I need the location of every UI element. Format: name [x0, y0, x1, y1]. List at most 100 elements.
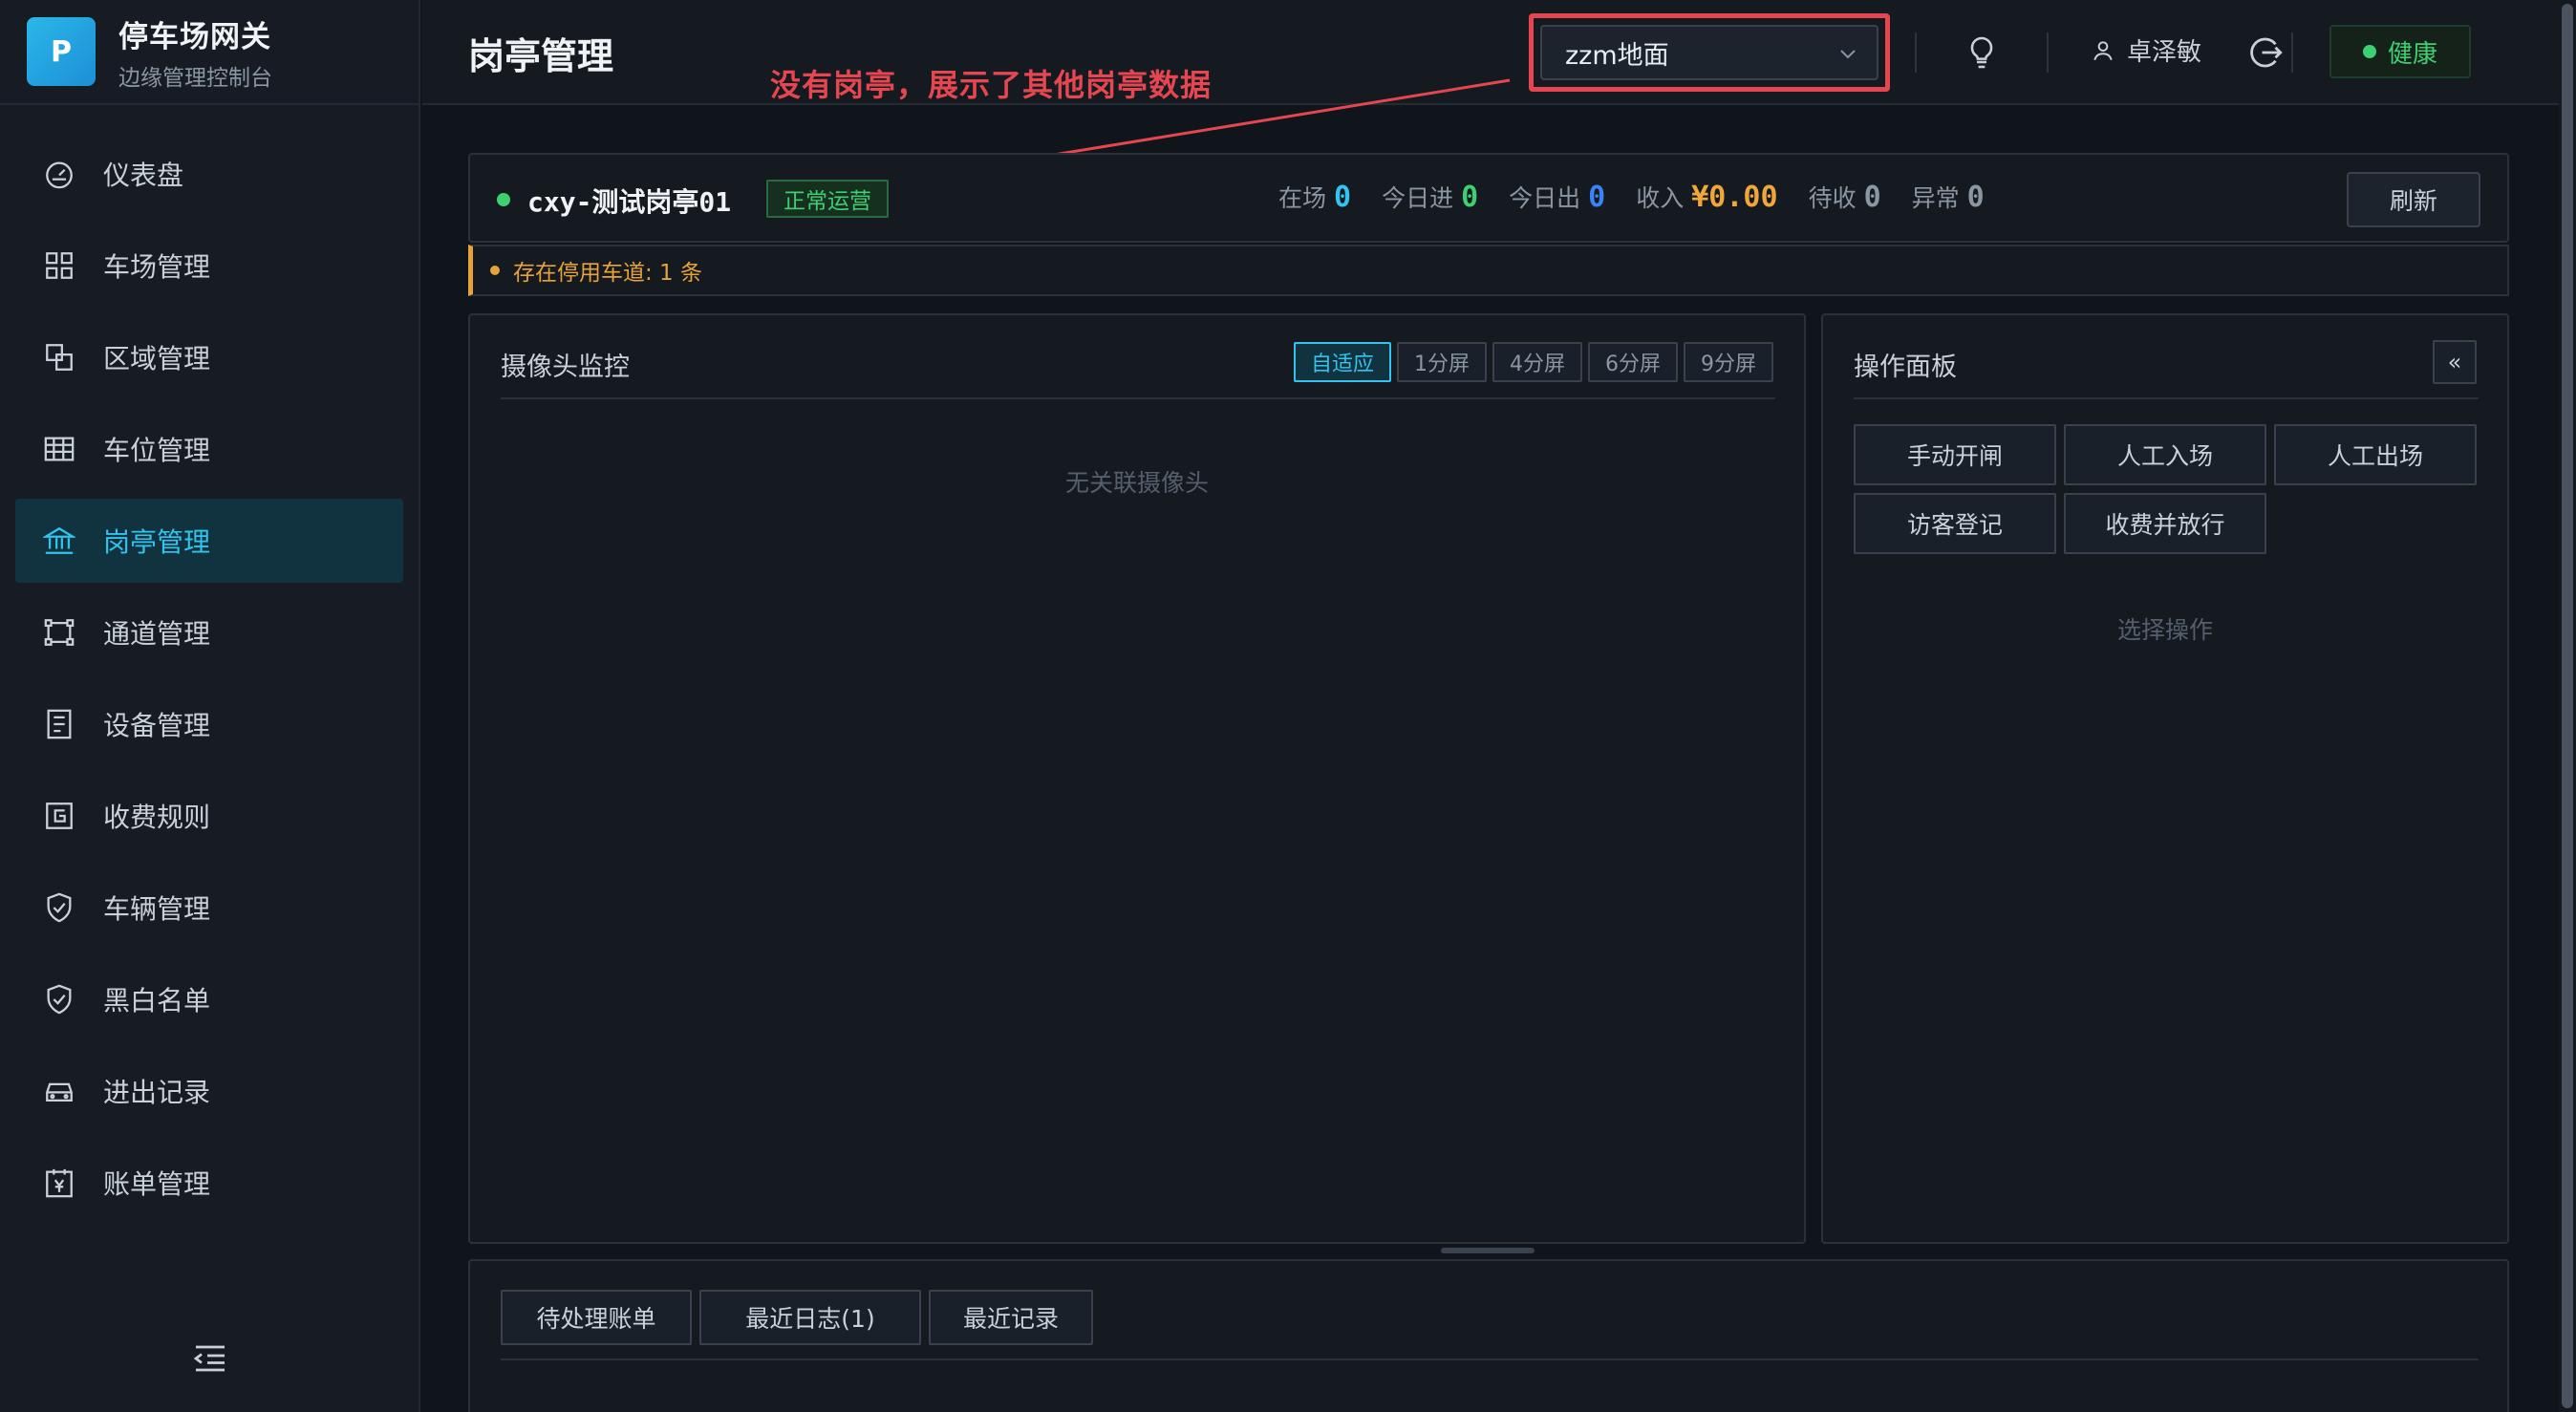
user-icon	[2093, 40, 2113, 60]
scrollbar[interactable]	[2559, 0, 2576, 1412]
sidebar-item-vehicle[interactable]: 车辆管理	[15, 866, 403, 950]
layout-button-auto[interactable]: 自适应	[1293, 342, 1391, 382]
stat-label: 今日出	[1509, 184, 1581, 212]
bottom-panel-divider	[501, 1359, 2479, 1360]
brand-subtitle: 边缘管理控制台	[118, 65, 272, 91]
camera-monitor-panel: 摄像头监控 自适应 1分屏 4分屏 6分屏 9分屏 无关联摄像头	[468, 313, 1806, 1244]
sidebar-item-label: 设备管理	[103, 710, 211, 741]
sidebar-item-space[interactable]: 车位管理	[15, 407, 403, 491]
stat-item: 今日进 0	[1382, 180, 1478, 214]
collapse-sidebar-icon[interactable]	[191, 1339, 229, 1378]
sidebar-item-label: 黑白名单	[103, 985, 211, 1016]
stat-value: 0	[1588, 181, 1606, 214]
visitor-register-button[interactable]: 访客登记	[1854, 493, 2056, 554]
user-name: 卓泽敏	[2127, 38, 2202, 67]
operation-panel-title: 操作面板	[1854, 353, 1957, 382]
brand: P 停车场网关 边缘管理控制台	[0, 0, 419, 105]
device-icon	[42, 707, 76, 741]
sidebar-item-blacklist[interactable]: 黑白名单	[15, 957, 403, 1041]
refresh-button[interactable]: 刷新	[2347, 172, 2480, 227]
shield-icon	[42, 890, 76, 925]
layout-button-4[interactable]: 4分屏	[1492, 342, 1582, 382]
panel-resize-handle[interactable]	[1441, 1248, 1535, 1253]
sidebar-item-access-record[interactable]: 进出记录	[15, 1049, 403, 1133]
layout-button-9[interactable]: 9分屏	[1684, 342, 1773, 382]
booth-info-bar: cxy-测试岗亭01 正常运营 在场 0 今日进 0 今日出 0 收入 ¥0.00 待收 0 异常 0…	[468, 153, 2509, 243]
health-status-label: 健康	[2387, 39, 2437, 69]
bill-icon	[42, 1166, 76, 1200]
user-menu[interactable]: 卓泽敏	[2091, 32, 2201, 68]
warning-banner: 存在停用车道: 1 条	[468, 245, 2509, 296]
booth-status-dot	[497, 193, 510, 206]
sidebar-item-label: 通道管理	[103, 618, 211, 650]
sidebar-item-booth[interactable]: 岗亭管理	[15, 499, 403, 583]
sidebar-item-billing-rule[interactable]: 收费规则	[15, 774, 403, 858]
stat-label: 待收	[1808, 184, 1857, 212]
car-icon	[42, 1074, 76, 1108]
brand-logo: P	[27, 17, 96, 86]
table-icon	[42, 432, 76, 466]
stat-value: 0	[1863, 181, 1881, 214]
sidebar-item-label: 收费规则	[103, 802, 211, 833]
stat-value: 0	[1461, 181, 1479, 214]
layout-button-6[interactable]: 6分屏	[1588, 342, 1678, 382]
stat-value: ¥0.00	[1691, 181, 1778, 214]
booth-stats: 在场 0 今日进 0 今日出 0 收入 ¥0.00 待收 0 异常 0	[1278, 180, 2015, 214]
collapse-panel-button[interactable]: «	[2433, 340, 2477, 384]
scrollbar-thumb[interactable]	[2562, 4, 2573, 1408]
layout-button-1[interactable]: 1分屏	[1397, 342, 1487, 382]
charge-and-release-button[interactable]: 收费并放行	[2064, 493, 2266, 554]
layers-icon	[42, 340, 76, 374]
sidebar-item-zone[interactable]: 区域管理	[15, 315, 403, 399]
shield-icon	[42, 982, 76, 1016]
sidebar: P 停车场网关 边缘管理控制台 仪表盘 车场管理 区域管理 车位管理 岗亭管理	[0, 0, 420, 1412]
tab-recent-logs[interactable]: 最近日志(1)	[699, 1290, 921, 1345]
booth-name: cxy-测试岗亭01	[527, 186, 732, 218]
stat-value: 0	[1966, 181, 1985, 214]
header-divider	[2047, 32, 2049, 73]
sidebar-item-label: 车辆管理	[103, 893, 211, 925]
annotation-highlight-box	[1529, 13, 1890, 92]
brand-title: 停车场网关	[118, 19, 271, 54]
sidebar-item-parking-lot[interactable]: 车场管理	[15, 224, 403, 308]
page-title: 岗亭管理	[468, 35, 614, 77]
health-status-badge: 健康	[2329, 25, 2471, 78]
sidebar-item-label: 车场管理	[103, 251, 211, 283]
grid-icon	[42, 248, 76, 283]
sidebar-item-label: 仪表盘	[103, 160, 184, 191]
camera-layout-buttons: 自适应 1分屏 4分屏 6分屏 9分屏	[1288, 342, 1773, 382]
stat-item: 异常 0	[1912, 180, 1985, 214]
sidebar-item-bill[interactable]: 账单管理	[15, 1141, 403, 1225]
header-divider	[2291, 32, 2293, 73]
camera-empty-text: 无关联摄像头	[1064, 469, 1209, 497]
sidebar-item-label: 区域管理	[103, 343, 211, 374]
sidebar-item-label: 进出记录	[103, 1077, 211, 1108]
stat-label: 异常	[1911, 184, 1960, 212]
warning-text: 存在停用车道: 1 条	[513, 261, 703, 286]
stat-value: 0	[1334, 181, 1352, 214]
billing-rule-icon	[42, 799, 76, 833]
tab-pending-bills[interactable]: 待处理账单	[501, 1290, 692, 1345]
sidebar-item-channel[interactable]: 通道管理	[15, 590, 403, 674]
stat-label: 今日进	[1382, 184, 1454, 212]
sidebar-item-device[interactable]: 设备管理	[15, 682, 403, 766]
bank-icon	[42, 524, 76, 558]
header-divider	[1915, 32, 1917, 73]
stat-label: 收入	[1636, 184, 1685, 212]
bottom-panel: 待处理账单 最近日志(1) 最近记录	[468, 1259, 2509, 1412]
annotation-text: 没有岗亭，展示了其他岗亭数据	[770, 67, 1213, 103]
lightbulb-icon[interactable]	[1963, 32, 2001, 76]
top-header: 岗亭管理 zzm地面 卓泽敏 健康	[422, 0, 2559, 105]
manual-open-gate-button[interactable]: 手动开闸	[1854, 424, 2056, 485]
stat-label: 在场	[1278, 184, 1327, 212]
tab-recent-records[interactable]: 最近记录	[929, 1290, 1093, 1345]
manual-entry-button[interactable]: 人工入场	[2064, 424, 2266, 485]
sidebar-nav: 仪表盘 车场管理 区域管理 车位管理 岗亭管理 通道管理 设备管理 收费规则 车…	[0, 105, 419, 1225]
sidebar-item-dashboard[interactable]: 仪表盘	[15, 132, 403, 216]
stat-item: 今日出 0	[1509, 180, 1605, 214]
manual-exit-button[interactable]: 人工出场	[2274, 424, 2477, 485]
logout-icon[interactable]	[2245, 32, 2286, 76]
operation-empty-text: 选择操作	[2116, 616, 2213, 644]
booth-status-badge: 正常运营	[766, 180, 889, 218]
health-dot	[2362, 45, 2376, 58]
